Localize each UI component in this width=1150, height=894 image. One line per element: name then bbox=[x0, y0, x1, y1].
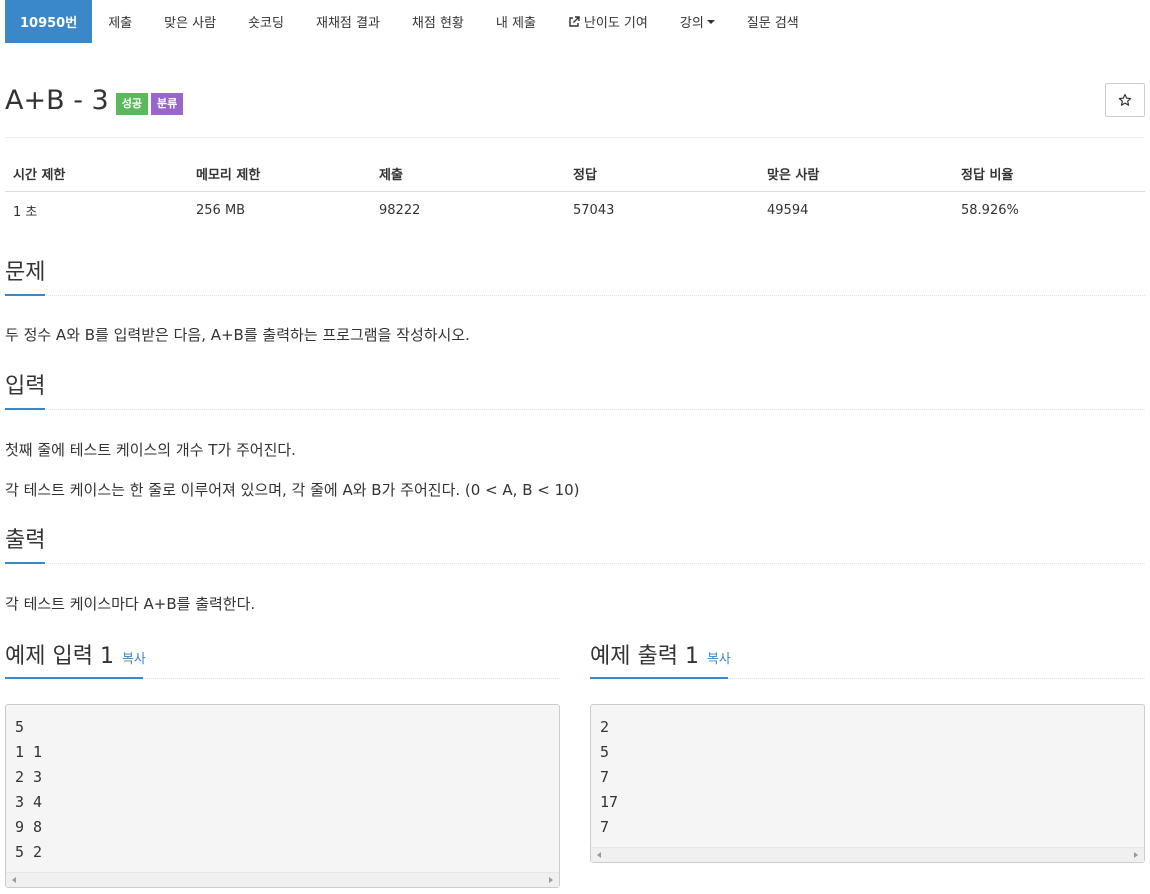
caret-down-icon bbox=[706, 19, 715, 24]
page-title: A+B - 3 bbox=[5, 85, 109, 116]
sample-input-scrollbar[interactable] bbox=[6, 872, 559, 887]
problem-heading-underline bbox=[5, 294, 45, 296]
nav-difficulty-label: 난이도 기여 bbox=[583, 16, 648, 31]
star-outline-icon bbox=[1118, 93, 1132, 106]
nav-lectures-label: 강의 bbox=[679, 16, 704, 31]
nav-short-coding[interactable]: 숏코딩 bbox=[232, 0, 300, 43]
input-description-line-1: 첫째 줄에 테스트 케이스의 개수 T가 주어진다. bbox=[5, 441, 296, 459]
output-heading-underline bbox=[5, 562, 45, 564]
problem-nav: 10950번 제출 맞은 사람 숏코딩 재채점 결과 채점 현황 내 제출 난이… bbox=[5, 0, 815, 44]
problem-section-rule bbox=[5, 295, 1145, 296]
nav-question-search[interactable]: 질문 검색 bbox=[731, 0, 815, 43]
nav-rejudge-results[interactable]: 재채점 결과 bbox=[300, 0, 396, 43]
category-badge[interactable]: 분류 bbox=[150, 93, 184, 115]
header-memory-limit: 메모리 제한 bbox=[196, 167, 261, 183]
sample-input-title: 예제 입력 1 bbox=[5, 644, 114, 669]
stats-value-row: 1 초 256 MB 98222 57043 49594 58.926% bbox=[5, 192, 1145, 228]
sample-output-lines: 2 5 7 17 7 bbox=[591, 705, 1144, 840]
status-badge: 성공 bbox=[115, 93, 148, 115]
scroll-left-icon[interactable] bbox=[597, 852, 601, 858]
sample-output-heading: 예제 출력 1 복사 bbox=[590, 643, 731, 674]
sample-output-line: 7 bbox=[600, 768, 610, 786]
output-section-heading: 출력 bbox=[5, 528, 46, 553]
nav-problem-number[interactable]: 10950번 bbox=[5, 0, 93, 43]
header-submissions: 제출 bbox=[379, 167, 403, 183]
output-description: 각 테스트 케이스마다 A+B를 출력한다. bbox=[5, 595, 256, 613]
value-time-limit: 1 초 bbox=[13, 204, 38, 220]
scroll-right-icon[interactable] bbox=[1134, 852, 1138, 858]
sample-input-line: 3 4 bbox=[15, 793, 43, 811]
sample-input-line: 5 bbox=[15, 718, 25, 736]
header-accepted-users: 맞은 사람 bbox=[767, 167, 820, 183]
sample-output-line: 7 bbox=[600, 818, 610, 836]
output-section-rule bbox=[5, 563, 1145, 564]
sample-output-title: 예제 출력 1 bbox=[590, 644, 699, 669]
problem-stats-table: 시간 제한 메모리 제한 제출 정답 맞은 사람 정답 비율 1 초 256 M… bbox=[5, 155, 1145, 228]
value-submissions: 98222 bbox=[379, 202, 421, 218]
sample-input-line: 9 8 bbox=[15, 818, 43, 836]
sample-output-line: 17 bbox=[600, 793, 619, 811]
problem-section-heading: 문제 bbox=[5, 260, 46, 285]
header-accept-ratio: 정답 비율 bbox=[961, 167, 1014, 183]
value-accepted: 57043 bbox=[573, 202, 615, 218]
external-link-icon bbox=[569, 15, 580, 27]
problem-description: 두 정수 A와 B를 입력받은 다음, A+B를 출력하는 프로그램을 작성하시… bbox=[5, 326, 470, 344]
header-time-limit: 시간 제한 bbox=[13, 167, 66, 183]
nav-accepted-users[interactable]: 맞은 사람 bbox=[148, 0, 232, 43]
header-accepted: 정답 bbox=[573, 167, 597, 183]
input-heading-underline bbox=[5, 408, 45, 410]
input-description-line-2: 각 테스트 케이스는 한 줄로 이루어져 있으며, 각 줄에 A와 B가 주어진… bbox=[5, 481, 580, 499]
favorite-button[interactable] bbox=[1105, 83, 1145, 117]
sample-output-scrollbar[interactable] bbox=[591, 847, 1144, 862]
title-divider bbox=[5, 137, 1145, 138]
sample-input-lines: 5 1 1 2 3 3 4 9 8 5 2 bbox=[6, 705, 559, 865]
nav-difficulty-contribution[interactable]: 난이도 기여 bbox=[552, 0, 664, 43]
sample-output-box[interactable]: 2 5 7 17 7 bbox=[590, 704, 1145, 863]
value-accept-ratio: 58.926% bbox=[961, 202, 1019, 218]
nav-submit[interactable]: 제출 bbox=[92, 0, 148, 43]
sample-input-box[interactable]: 5 1 1 2 3 3 4 9 8 5 2 bbox=[5, 704, 560, 888]
sample-output-line: 5 bbox=[600, 743, 610, 761]
nav-my-submissions[interactable]: 내 제출 bbox=[480, 0, 552, 43]
stats-header-row: 시간 제한 메모리 제한 제출 정답 맞은 사람 정답 비율 bbox=[5, 155, 1145, 192]
sample-input-underline bbox=[5, 677, 143, 679]
sample-input-line: 2 3 bbox=[15, 768, 43, 786]
sample-output-underline bbox=[590, 677, 728, 679]
sample-input-line: 5 2 bbox=[15, 843, 43, 861]
input-section-heading: 입력 bbox=[5, 374, 46, 399]
value-accepted-users: 49594 bbox=[767, 202, 809, 218]
nav-lectures-dropdown[interactable]: 강의 bbox=[664, 0, 731, 43]
copy-sample-output-button[interactable]: 복사 bbox=[707, 652, 731, 667]
nav-judge-status[interactable]: 채점 현황 bbox=[396, 0, 480, 43]
value-memory-limit: 256 MB bbox=[196, 202, 246, 218]
input-section-rule bbox=[5, 409, 1145, 410]
scroll-right-icon[interactable] bbox=[549, 877, 553, 883]
sample-input-heading: 예제 입력 1 복사 bbox=[5, 643, 146, 674]
copy-sample-input-button[interactable]: 복사 bbox=[122, 652, 146, 667]
scroll-left-icon[interactable] bbox=[12, 877, 16, 883]
problem-title-row: A+B - 3 성공 분류 bbox=[5, 84, 184, 118]
sample-output-line: 2 bbox=[600, 718, 610, 736]
sample-input-line: 1 1 bbox=[15, 743, 43, 761]
